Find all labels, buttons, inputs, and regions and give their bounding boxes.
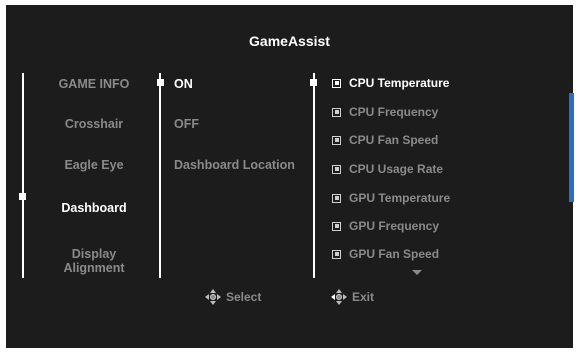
option-label: CPU Frequency bbox=[349, 105, 439, 119]
option-gpu-fan-speed[interactable]: GPU Fan Speed bbox=[332, 246, 439, 262]
option-label: CPU Fan Speed bbox=[349, 133, 439, 147]
chevron-down-icon[interactable] bbox=[412, 270, 422, 275]
option-label: CPU Temperature bbox=[349, 76, 450, 90]
option-label: GPU Frequency bbox=[349, 219, 440, 233]
joystick-left-icon bbox=[331, 289, 347, 305]
scrollbar[interactable] bbox=[569, 93, 574, 202]
option-gpu-frequency[interactable]: GPU Frequency bbox=[332, 218, 439, 234]
option-cpu-usage-rate[interactable]: CPU Usage Rate bbox=[332, 161, 443, 177]
submenu-item-off[interactable]: OFF bbox=[174, 117, 199, 131]
checkbox-icon bbox=[332, 164, 341, 174]
joystick-press-icon bbox=[205, 289, 221, 305]
select-label: Select bbox=[226, 290, 262, 304]
osd-panel bbox=[6, 5, 573, 348]
options-selection-marker bbox=[310, 79, 317, 86]
checkbox-icon bbox=[332, 221, 341, 231]
checkbox-icon bbox=[332, 78, 341, 88]
option-label: GPU Temperature bbox=[349, 191, 451, 205]
menu-selection-marker bbox=[19, 193, 26, 200]
submenu-selection-marker bbox=[157, 79, 164, 86]
submenu-divider bbox=[159, 73, 161, 278]
checkbox-icon bbox=[332, 193, 341, 203]
option-label: GPU Fan Speed bbox=[349, 247, 440, 261]
checkbox-icon bbox=[332, 107, 341, 117]
menu-item-game-info[interactable]: GAME INFO bbox=[30, 77, 158, 91]
menu-item-dashboard[interactable]: Dashboard bbox=[30, 201, 158, 215]
options-divider bbox=[313, 73, 315, 278]
page-title: GameAssist bbox=[249, 33, 330, 49]
select-hint: Select bbox=[205, 289, 261, 305]
menu-item-crosshair[interactable]: Crosshair bbox=[30, 117, 158, 131]
menu-item-eagle-eye[interactable]: Eagle Eye bbox=[30, 158, 158, 172]
option-gpu-temperature[interactable]: GPU Temperature bbox=[332, 190, 450, 206]
checkbox-icon bbox=[332, 249, 341, 259]
submenu-item-dashboard-location[interactable]: Dashboard Location bbox=[174, 158, 295, 172]
menu-item-display-alignment[interactable]: Display Alignment bbox=[60, 247, 128, 275]
exit-hint: Exit bbox=[331, 289, 374, 305]
submenu-item-on[interactable]: ON bbox=[174, 77, 193, 91]
option-cpu-temperature[interactable]: CPU Temperature bbox=[332, 75, 449, 91]
option-cpu-fan-speed[interactable]: CPU Fan Speed bbox=[332, 132, 438, 148]
exit-label: Exit bbox=[352, 290, 375, 304]
option-label: CPU Usage Rate bbox=[349, 162, 444, 176]
menu-divider bbox=[22, 73, 24, 278]
option-cpu-frequency[interactable]: CPU Frequency bbox=[332, 104, 438, 120]
checkbox-icon bbox=[332, 135, 341, 145]
